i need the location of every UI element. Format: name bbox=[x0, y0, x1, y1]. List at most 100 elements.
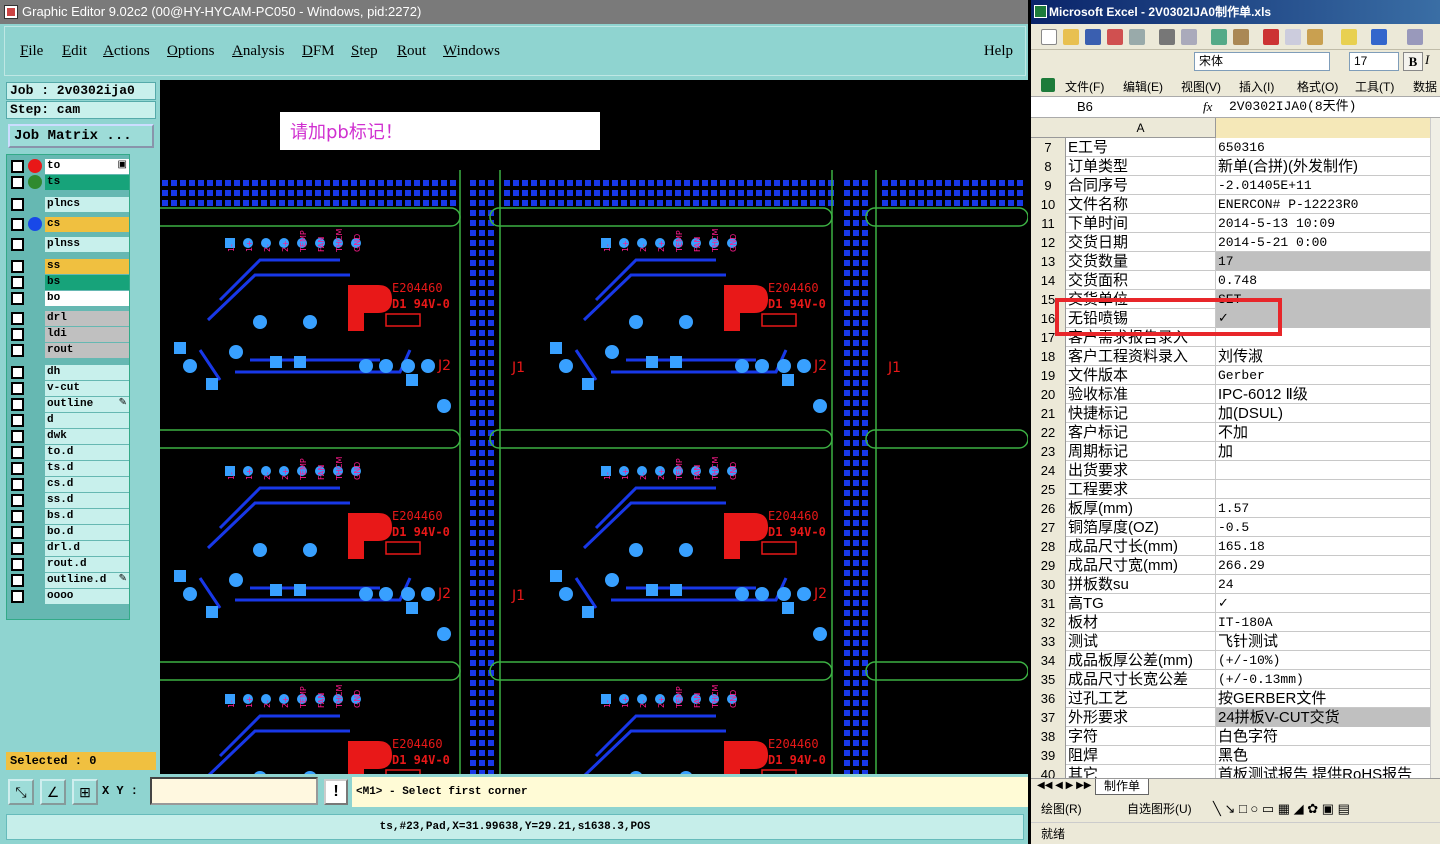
layer-checkbox[interactable] bbox=[11, 260, 24, 273]
font-size-select[interactable]: 17 bbox=[1349, 52, 1399, 71]
cell-a[interactable]: 板厚(mm) bbox=[1066, 499, 1216, 518]
cell-a[interactable]: 成品板厚公差(mm) bbox=[1066, 651, 1216, 670]
cell-a[interactable]: 外形要求 bbox=[1066, 708, 1216, 727]
layer-row-ts-d[interactable]: ts.d bbox=[11, 461, 129, 476]
row-number[interactable]: 11 bbox=[1031, 214, 1066, 233]
row-number[interactable]: 19 bbox=[1031, 366, 1066, 385]
cell-b[interactable]: 24 bbox=[1216, 575, 1430, 594]
cell-a[interactable]: 快捷标记 bbox=[1066, 404, 1216, 423]
cell-b[interactable]: 2014-5-21 0:00 bbox=[1216, 233, 1430, 252]
layer-checkbox[interactable] bbox=[11, 312, 24, 325]
layer-checkbox[interactable] bbox=[11, 478, 24, 491]
layer-checkbox[interactable] bbox=[11, 542, 24, 555]
layer-name[interactable]: to.d bbox=[45, 445, 129, 460]
cell-a[interactable]: 订单类型 bbox=[1066, 157, 1216, 176]
row-number[interactable]: 12 bbox=[1031, 233, 1066, 252]
cell-b[interactable]: 17 bbox=[1216, 252, 1430, 271]
redo-icon[interactable] bbox=[1407, 29, 1423, 45]
row-number[interactable]: 24 bbox=[1031, 461, 1066, 480]
layer-name[interactable]: outline.d bbox=[45, 573, 129, 588]
cell-b[interactable]: SET bbox=[1216, 290, 1430, 309]
cell-b[interactable]: Gerber bbox=[1216, 366, 1430, 385]
layer-checkbox[interactable] bbox=[11, 218, 24, 231]
paste-icon[interactable] bbox=[1307, 29, 1323, 45]
cell-b[interactable]: -0.5 bbox=[1216, 518, 1430, 537]
row-number[interactable]: 16 bbox=[1031, 309, 1066, 328]
row-number[interactable]: 15 bbox=[1031, 290, 1066, 309]
layer-row-bo[interactable]: bo bbox=[11, 291, 129, 306]
layer-name[interactable]: plncs bbox=[45, 197, 129, 212]
row-number[interactable]: 23 bbox=[1031, 442, 1066, 461]
cell-a[interactable]: 板材 bbox=[1066, 613, 1216, 632]
layer-row-rout-d[interactable]: rout.d bbox=[11, 557, 129, 572]
layer-name[interactable]: dh bbox=[45, 365, 129, 380]
cell-b[interactable]: -2.01405E+11 bbox=[1216, 176, 1430, 195]
cell-a[interactable]: 交货面积 bbox=[1066, 271, 1216, 290]
formula-input[interactable]: 2V0302IJA0(8天件) bbox=[1229, 97, 1356, 117]
layer-checkbox[interactable] bbox=[11, 494, 24, 507]
cell-b[interactable]: 黑色 bbox=[1216, 746, 1430, 765]
row-number[interactable]: 27 bbox=[1031, 518, 1066, 537]
menu-actions[interactable]: Actions bbox=[103, 43, 150, 60]
layer-row-dwk[interactable]: dwk bbox=[11, 429, 129, 444]
cell-b[interactable]: 165.18 bbox=[1216, 537, 1430, 556]
cell-a[interactable]: 交货单位 bbox=[1066, 290, 1216, 309]
bold-button[interactable]: B bbox=[1403, 52, 1423, 71]
layer-checkbox[interactable] bbox=[11, 430, 24, 443]
cell-b[interactable]: 不加 bbox=[1216, 423, 1430, 442]
save-icon[interactable] bbox=[1085, 29, 1101, 45]
cell-a[interactable]: 成品尺寸长(mm) bbox=[1066, 537, 1216, 556]
cell-b[interactable]: 0.748 bbox=[1216, 271, 1430, 290]
layer-name[interactable]: ss.d bbox=[45, 493, 129, 508]
cell-b[interactable] bbox=[1216, 328, 1430, 347]
layer-checkbox[interactable] bbox=[11, 382, 24, 395]
row-number[interactable]: 17 bbox=[1031, 328, 1066, 347]
open-icon[interactable] bbox=[1063, 29, 1079, 45]
layer-checkbox[interactable] bbox=[11, 446, 24, 459]
cell-a[interactable]: 周期标记 bbox=[1066, 442, 1216, 461]
name-box[interactable]: B6 bbox=[1031, 97, 1157, 117]
cell-b[interactable]: 1.57 bbox=[1216, 499, 1430, 518]
row-number[interactable]: 10 bbox=[1031, 195, 1066, 214]
xl-menu-format[interactable]: 格式(O) bbox=[1297, 78, 1338, 95]
cell-a[interactable]: 出货要求 bbox=[1066, 461, 1216, 480]
layer-name[interactable]: bo.d bbox=[45, 525, 129, 540]
xl-menu-view[interactable]: 视图(V) bbox=[1181, 78, 1221, 95]
xl-menu-file[interactable]: 文件(F) bbox=[1065, 78, 1104, 95]
cell-b[interactable]: 刘传淑 bbox=[1216, 347, 1430, 366]
zoom-fit-icon[interactable]: ⤡ bbox=[8, 779, 34, 805]
pcb-view[interactable]: 1- 1+ 2- 2+ TEMP FAN THCM GND E204460 D1 94V-0 J2 1… bbox=[160, 80, 1028, 774]
row-number[interactable]: 38 bbox=[1031, 727, 1066, 746]
layer-name[interactable]: d bbox=[45, 413, 129, 428]
italic-button[interactable]: I bbox=[1425, 52, 1439, 71]
layer-row-dh[interactable]: dh bbox=[11, 365, 129, 380]
row-number[interactable]: 37 bbox=[1031, 708, 1066, 727]
row-number[interactable]: 14 bbox=[1031, 271, 1066, 290]
menu-file[interactable]: File bbox=[20, 43, 43, 60]
draw-tools-icons[interactable]: ╲ ↘ □ ○ ▭ ▦ ◢ ✿ ▣ ▤ bbox=[1213, 798, 1350, 820]
layer-checkbox[interactable] bbox=[11, 292, 24, 305]
spelling-icon[interactable] bbox=[1211, 29, 1227, 45]
grid-icon[interactable]: ⊞ bbox=[72, 779, 98, 805]
cell-b[interactable]: IPC-6012 Ⅱ级 bbox=[1216, 385, 1430, 404]
research-icon[interactable] bbox=[1233, 29, 1249, 45]
layer-row-plncs[interactable]: plncs bbox=[11, 197, 129, 212]
layer-checkbox[interactable] bbox=[11, 590, 24, 603]
row-number[interactable]: 9 bbox=[1031, 176, 1066, 195]
row-number[interactable]: 35 bbox=[1031, 670, 1066, 689]
layer-checkbox[interactable] bbox=[11, 510, 24, 523]
row-number[interactable]: 8 bbox=[1031, 157, 1066, 176]
print-preview-icon[interactable] bbox=[1181, 29, 1197, 45]
cell-b[interactable]: (+/-10%) bbox=[1216, 651, 1430, 670]
copy-icon[interactable] bbox=[1285, 29, 1301, 45]
format-painter-icon[interactable] bbox=[1341, 29, 1357, 45]
layer-checkbox[interactable] bbox=[11, 462, 24, 475]
menu-dfm[interactable]: DFM bbox=[302, 43, 335, 60]
layer-row-bs-d[interactable]: bs.d bbox=[11, 509, 129, 524]
row-number[interactable]: 39 bbox=[1031, 746, 1066, 765]
layer-name[interactable]: drl.d bbox=[45, 541, 129, 556]
cell-a[interactable]: 成品尺寸长宽公差 bbox=[1066, 670, 1216, 689]
layer-checkbox[interactable] bbox=[11, 328, 24, 341]
cell-b[interactable]: ENERCON# P-12223R0 bbox=[1216, 195, 1430, 214]
cell-b[interactable]: ✓ bbox=[1216, 309, 1430, 328]
